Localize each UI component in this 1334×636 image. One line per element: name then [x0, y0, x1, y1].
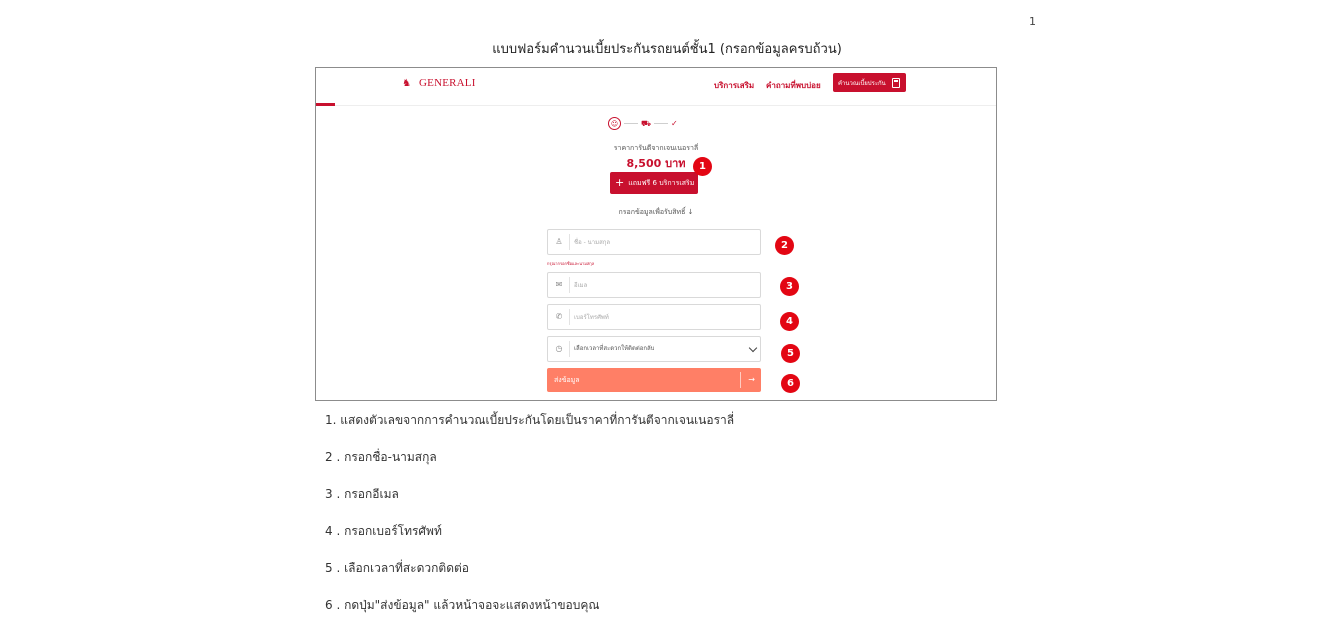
- instruction-item: 2 . กรอกชื่อ-นามสกุล: [325, 450, 437, 464]
- instruction-list: 1. แสดงตัวเลขจากการคำนวณเบี้ยประกันโดยเป…: [325, 412, 734, 634]
- phone-input[interactable]: [574, 309, 724, 325]
- page-number: 1: [1029, 15, 1036, 28]
- free-services-label: แถมฟรี 6 บริการเสริม: [628, 178, 695, 187]
- step-connector: [654, 123, 668, 124]
- annotation-badge-3: 3: [780, 277, 799, 296]
- free-services-button[interactable]: + แถมฟรี 6 บริการเสริม: [610, 172, 698, 194]
- field-divider: [569, 341, 570, 357]
- instruction-item: 1. แสดงตัวเลขจากการคำนวณเบี้ยประกันโดยเป…: [325, 413, 735, 427]
- nav-link-faq[interactable]: คำถามที่พบบ่อย: [766, 79, 821, 92]
- chevron-down-icon: [748, 343, 758, 353]
- lion-logo-icon: ♞: [402, 77, 411, 89]
- instruction-item: 3 . กรอกอีเมล: [325, 487, 399, 501]
- fill-info-hint: กรอกข้อมูลเพื่อรับสิทธิ์ ↓: [618, 208, 694, 216]
- car-icon: ⛟: [641, 118, 652, 128]
- form-screenshot: ♞ GENERALI บริการเสริม คำถามที่พบบ่อย คำ…: [315, 67, 997, 401]
- name-field[interactable]: ♙: [547, 229, 761, 255]
- calculate-premium-button[interactable]: คำนวณเบี้ยประกัน: [833, 73, 906, 92]
- contact-time-select[interactable]: ◷ เลือกเวลาที่สะดวกให้ติดต่อกลับ: [547, 336, 761, 362]
- price-label: ราคาการันตีจากเจนเนอราลี่: [613, 144, 699, 152]
- nav-active-indicator: [316, 103, 335, 106]
- user-icon: ♙: [555, 237, 563, 246]
- phone-field[interactable]: ✆: [547, 304, 761, 330]
- user-icon: ☺: [608, 117, 621, 130]
- price-value: 8,500 บาท: [626, 157, 686, 170]
- calculator-icon: [892, 77, 900, 88]
- annotation-badge-5: 5: [781, 344, 800, 363]
- calculate-premium-label: คำนวณเบี้ยประกัน: [838, 79, 886, 87]
- nav-link-services[interactable]: บริการเสริม: [714, 79, 754, 92]
- logo-text: GENERALI: [419, 77, 476, 89]
- instruction-item: 5 . เลือกเวลาที่สะดวกติดต่อ: [325, 561, 469, 575]
- submit-divider: [740, 372, 741, 388]
- annotation-badge-2: 2: [775, 236, 794, 255]
- name-input[interactable]: [574, 234, 724, 250]
- email-input[interactable]: [574, 277, 724, 293]
- contact-time-value: เลือกเวลาที่สะดวกให้ติดต่อกลับ: [574, 345, 655, 352]
- instruction-item: 6 . กดปุ่ม"ส่งข้อมูล" แล้วหน้าจอจะแสดงหน…: [325, 598, 600, 612]
- phone-icon: ✆: [555, 312, 563, 321]
- annotation-badge-4: 4: [780, 312, 799, 331]
- submit-button[interactable]: ส่งข้อมูล →: [547, 368, 761, 392]
- field-divider: [569, 277, 570, 293]
- name-error-message: กรุณากรอกชื่อและนามสกุล: [547, 261, 595, 266]
- clock-icon: ◷: [555, 344, 563, 353]
- submit-label: ส่งข้อมูล: [554, 376, 580, 384]
- check-icon: ✓: [671, 119, 678, 128]
- annotation-badge-1: 1: [693, 157, 712, 176]
- arrow-right-icon: →: [748, 375, 755, 384]
- progress-steps: ☺ ⛟ ✓: [608, 117, 678, 130]
- mail-icon: ✉: [555, 280, 563, 289]
- document-title: แบบฟอร์มคำนวนเบี้ยประกันรถยนต์ชั้น1 (กรอ…: [492, 42, 842, 57]
- email-field[interactable]: ✉: [547, 272, 761, 298]
- field-divider: [569, 234, 570, 250]
- plus-icon: +: [615, 176, 625, 189]
- annotation-badge-6: 6: [781, 374, 800, 393]
- generali-logo[interactable]: ♞ GENERALI: [402, 77, 476, 89]
- field-divider: [569, 309, 570, 325]
- site-header: ♞ GENERALI บริการเสริม คำถามที่พบบ่อย คำ…: [316, 68, 996, 106]
- step-connector: [624, 123, 638, 124]
- instruction-item: 4 . กรอกเบอร์โทรศัพท์: [325, 524, 442, 538]
